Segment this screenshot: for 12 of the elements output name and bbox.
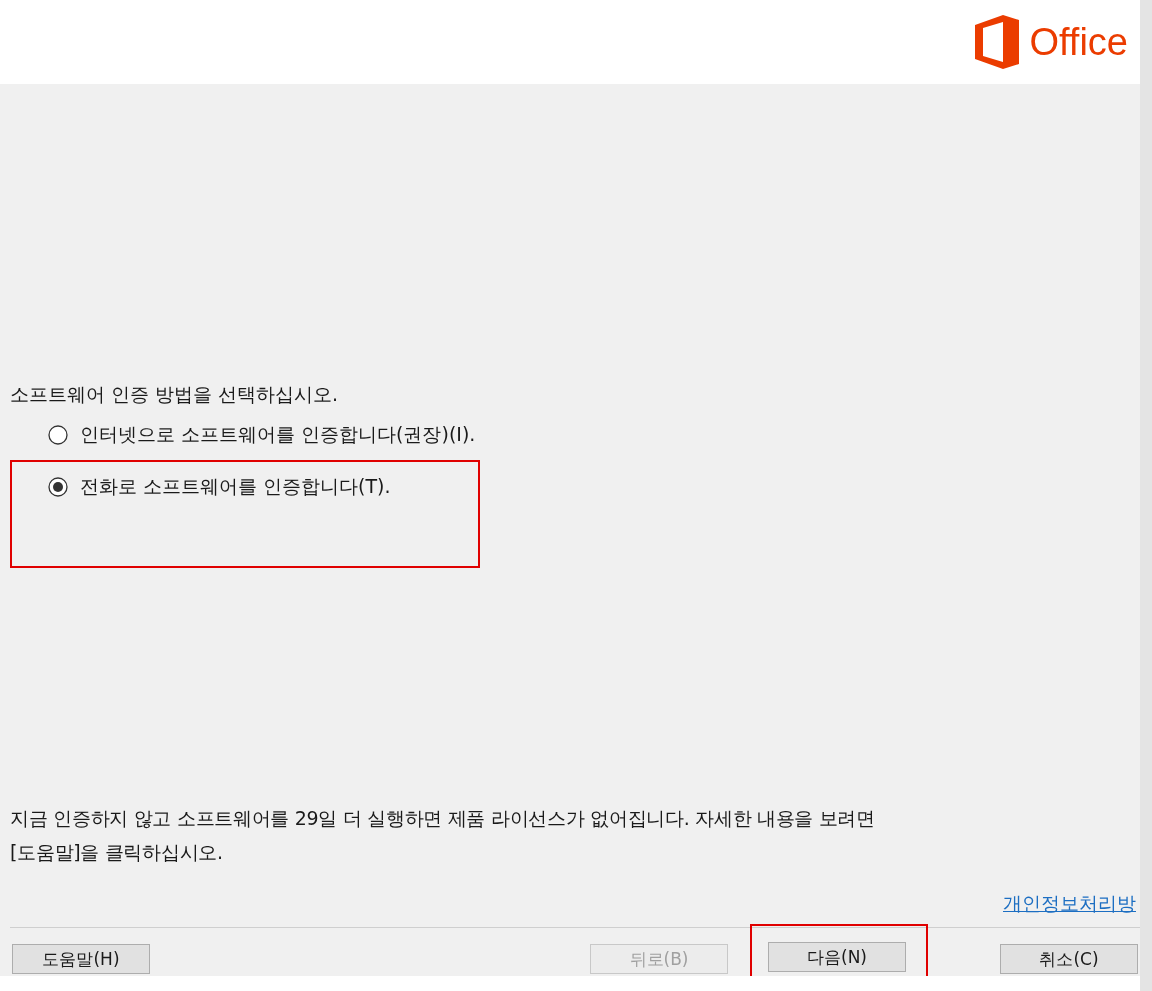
- dialog-button[interactable]: 도움말(H): [12, 944, 150, 975]
- radio-indicator-icon: [48, 477, 68, 498]
- privacy-link[interactable]: 개인정보처리방: [1003, 891, 1136, 918]
- brand-name: Office: [1029, 20, 1128, 64]
- highlighted-radio-option[interactable]: 전화로 소프트웨어를 인증합니다(T).: [10, 460, 480, 569]
- dialog-button[interactable]: 취소(C): [1000, 944, 1138, 975]
- prompt-text: 소프트웨어 인증 방법을 선택하십시오.: [10, 382, 340, 408]
- dialog-button[interactable]: 다음(N): [768, 942, 906, 973]
- office-door-icon: [975, 15, 1020, 70]
- radio-indicator-icon: [48, 425, 68, 446]
- radio-option[interactable]: 인터넷으로 소프트웨어를 인증합니다(권장)(I).: [10, 416, 488, 455]
- license-notice: 지금 인증하지 않고 소프트웨어를 29일 더 실행하면 제품 라이선스가 없어집니다. 자세한 내용을 보려면 [도움말]을 클릭하십시오.: [10, 806, 876, 866]
